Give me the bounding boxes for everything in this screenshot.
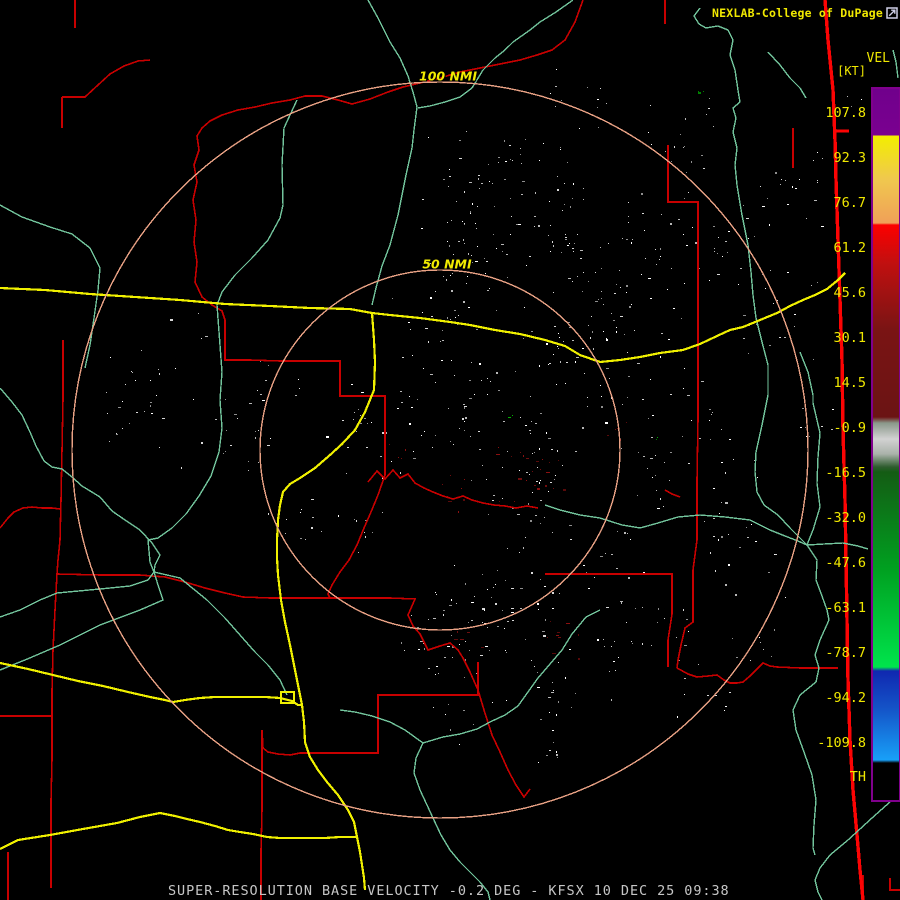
range-ring-label-100nmi: 100 NMI [419, 68, 477, 84]
county-borders [0, 0, 900, 900]
external-link-icon [886, 7, 898, 19]
rivers-roads [0, 0, 900, 900]
velocity-colorbar [871, 87, 900, 802]
state-line [823, 0, 865, 900]
highways [0, 272, 846, 891]
radar-display: 100 NMI 50 NMI NEXLAB-College of DuPage … [0, 0, 900, 900]
brand-text: NEXLAB-College of DuPage [712, 6, 883, 20]
product-caption: SUPER-RESOLUTION BASE VELOCITY -0.2 DEG … [168, 883, 730, 899]
range-ring-label-50nmi: 50 NMI [422, 256, 472, 272]
colorbar-units: [KT] [837, 64, 866, 78]
radar-map [0, 0, 900, 900]
colorbar-title: VEL [866, 51, 890, 66]
nexlab-brand-link[interactable]: NEXLAB-College of DuPage [712, 6, 898, 20]
